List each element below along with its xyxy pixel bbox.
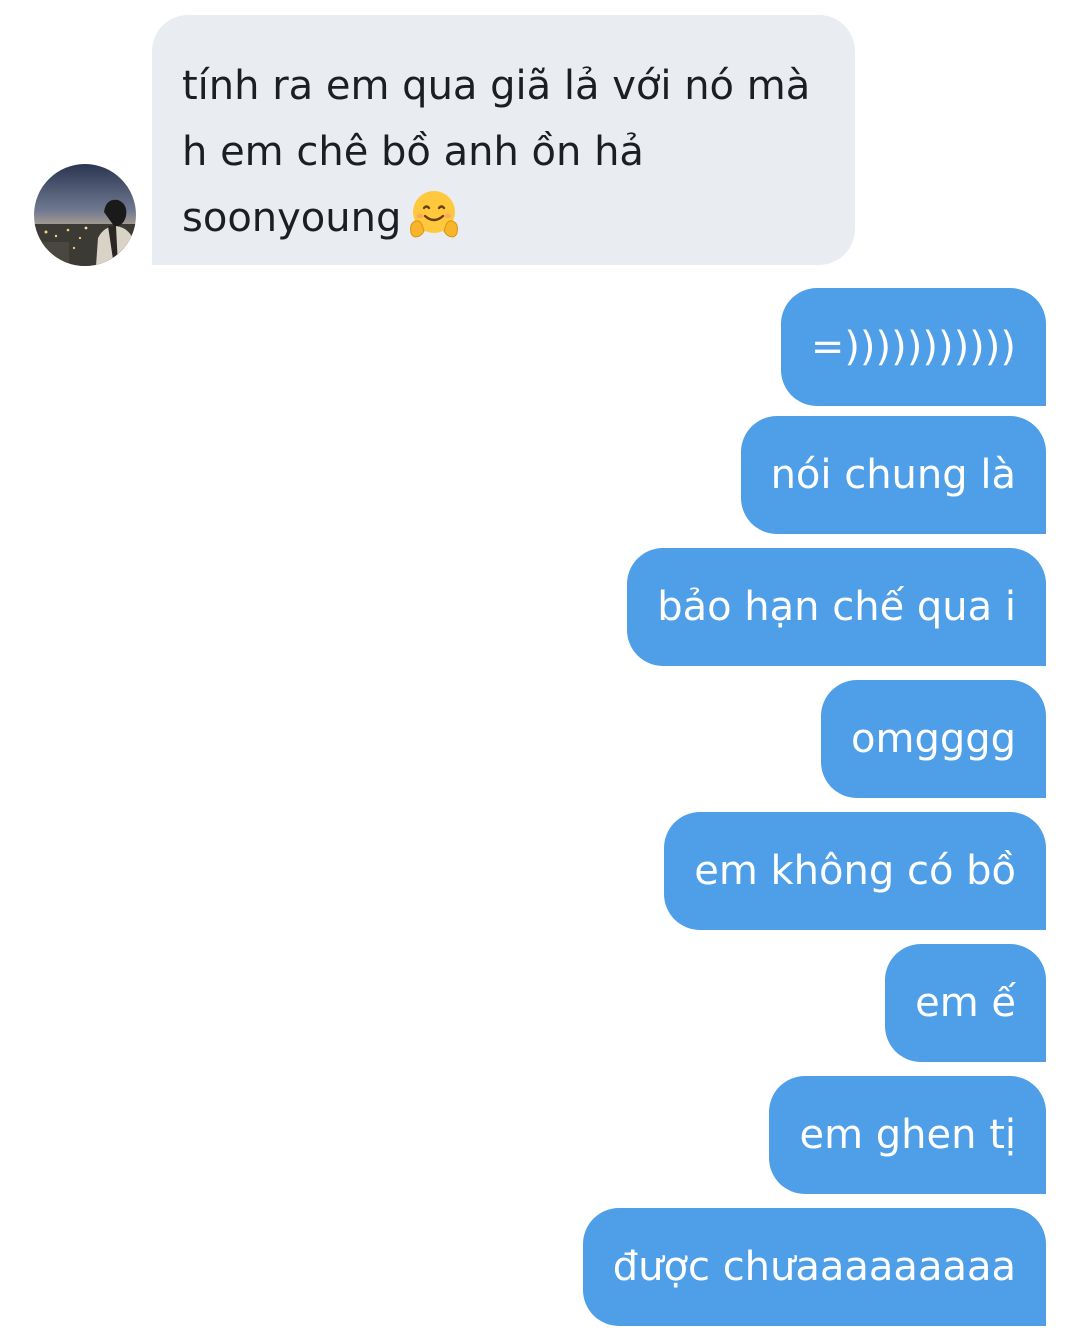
received-message-line: h em chê bồ anh ồn hả	[182, 129, 644, 175]
received-message-bubble[interactable]: tính ra em qua giã lả với nó mà h em chê…	[152, 15, 855, 265]
sent-message-bubble[interactable]: em không có bồ	[664, 812, 1046, 930]
sent-message-bubble[interactable]: em ghen tị	[769, 1076, 1046, 1194]
hugging-face-emoji-icon	[407, 187, 461, 241]
received-message-line: tính ra em qua giã lả với nó mà	[182, 63, 811, 109]
received-message-row: tính ra em qua giã lả với nó mà h em chê…	[0, 0, 1080, 280]
received-message-text: soonyoung	[182, 195, 402, 241]
avatar[interactable]	[34, 164, 136, 266]
sent-message-bubble[interactable]: bảo hạn chế qua i	[627, 548, 1046, 666]
received-message-line: soonyoung	[182, 185, 825, 251]
sent-message-bubble[interactable]: =)))))))))))	[780, 288, 1046, 406]
avatar-photo	[34, 164, 136, 266]
sent-message-bubble[interactable]: nói chung là	[740, 416, 1046, 534]
sent-message-bubble[interactable]: omgggg	[821, 680, 1046, 798]
sent-message-bubble[interactable]: em ế	[885, 944, 1046, 1062]
sent-message-bubble[interactable]: được chưaaaaaaaaa	[582, 1208, 1046, 1326]
